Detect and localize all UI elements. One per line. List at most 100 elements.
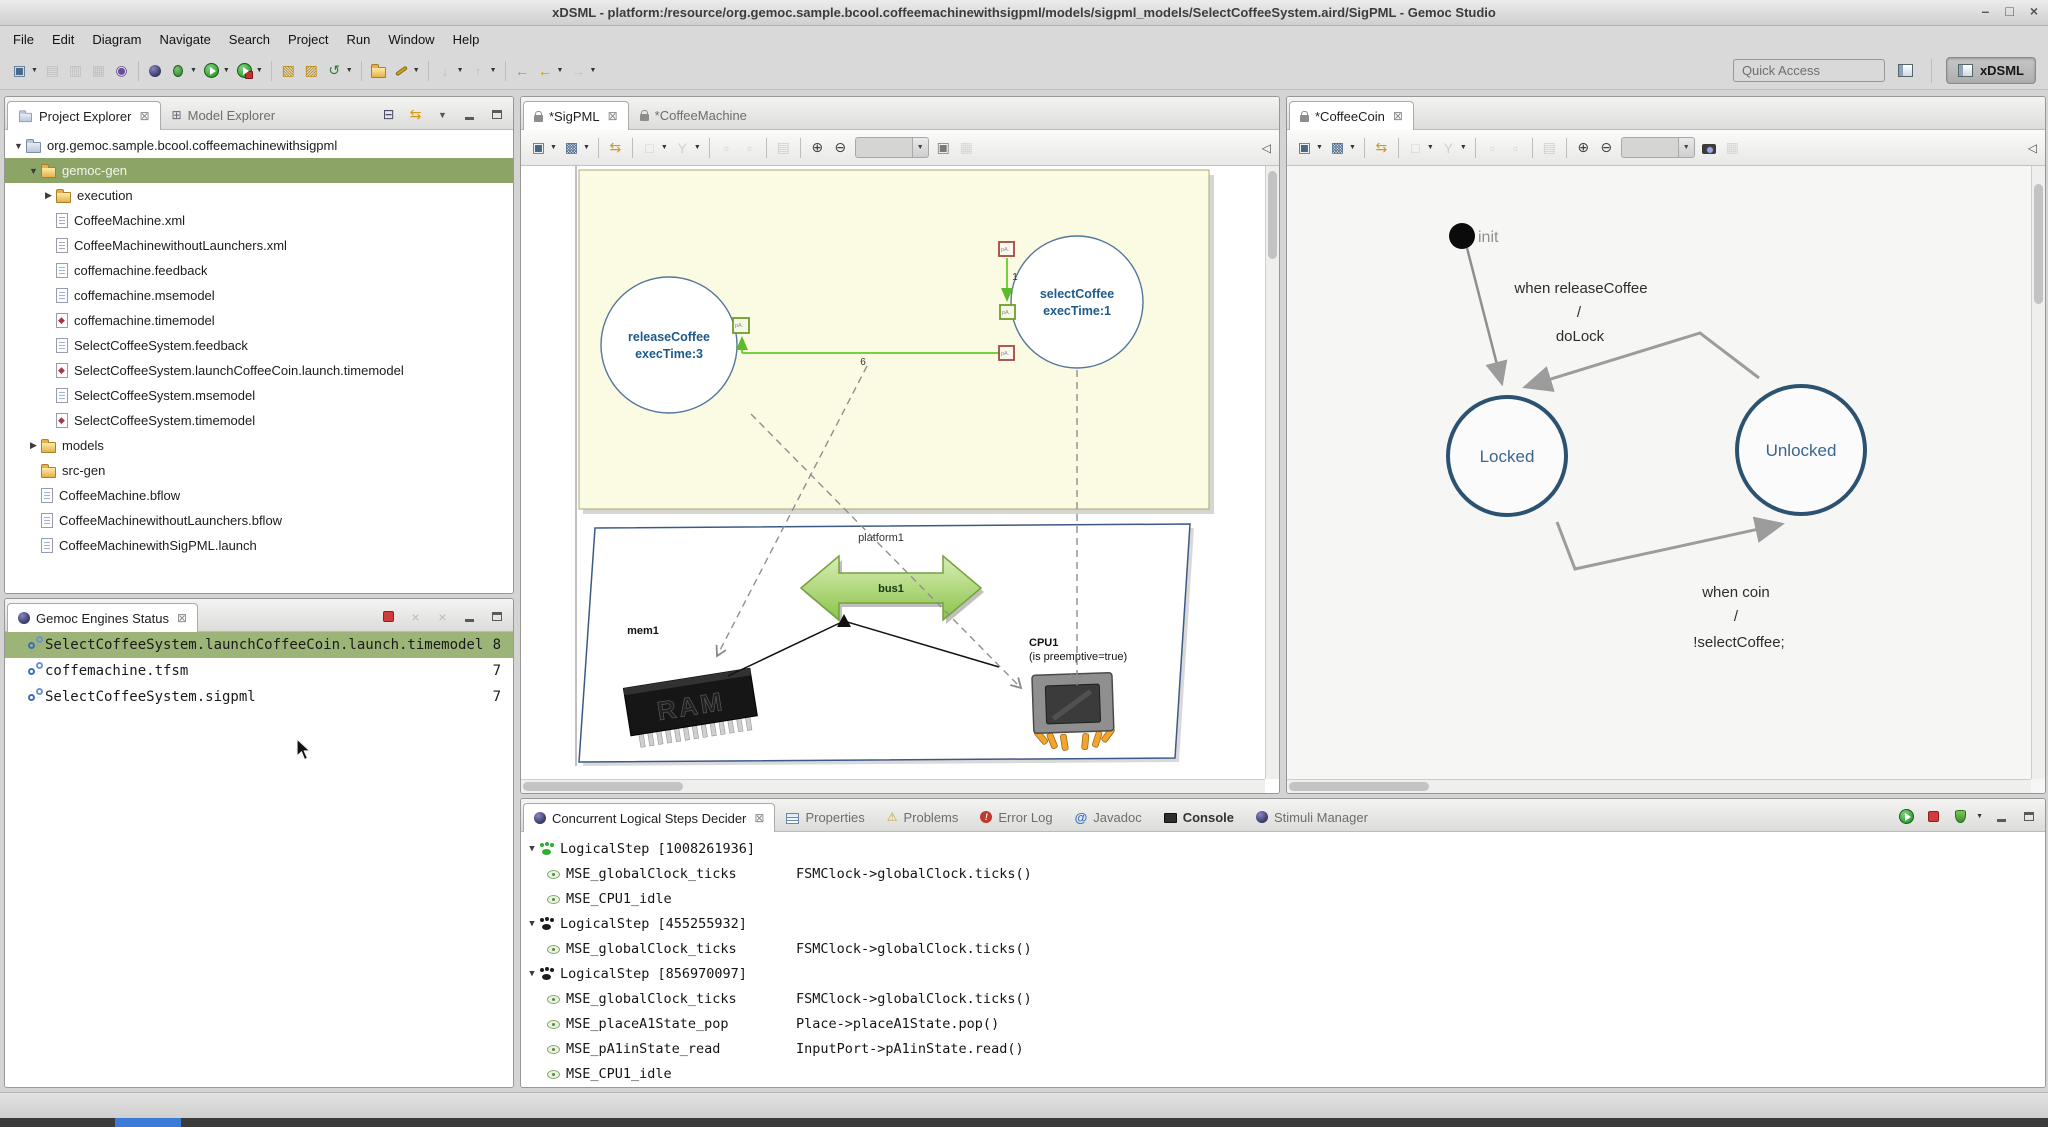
maximize-button[interactable] <box>486 104 507 125</box>
zoom-in-button[interactable]: ⊕ <box>807 137 828 158</box>
mse-row[interactable]: MSE_globalClock_ticksFSMClock->globalClo… <box>521 986 2045 1011</box>
menu-run[interactable]: Run <box>337 28 379 51</box>
select-mode-dropdown-icon[interactable]: ▼ <box>1349 144 1356 151</box>
tab-javadoc[interactable]: @Javadoc <box>1064 802 1153 831</box>
new-dropdown-icon[interactable]: ▼ <box>31 67 38 74</box>
sigpml-palette-collapse-icon[interactable]: ◁ <box>1262 141 1273 155</box>
collapse-all-button[interactable]: ⊟ <box>378 104 399 125</box>
open-resource-button[interactable] <box>368 60 389 81</box>
run-button[interactable] <box>201 60 222 81</box>
tree-item-gemoc-gen[interactable]: ▼gemoc-gen <box>5 158 513 183</box>
tree-item-SelectCoffeeSystem.timemodel[interactable]: SelectCoffeeSystem.timemodel <box>5 408 513 433</box>
transition-locked-unlocked[interactable] <box>1557 522 1782 569</box>
layout-dropdown-icon[interactable]: ▼ <box>1316 144 1323 151</box>
dispose-all-engines-button[interactable]: × <box>432 606 453 627</box>
mark-occurrences-button[interactable] <box>391 60 412 81</box>
stop-engine-button[interactable] <box>378 606 399 627</box>
run-dropdown-icon[interactable]: ▼ <box>223 67 230 74</box>
tab-error-log[interactable]: !Error Log <box>969 802 1063 831</box>
decider-shield-button[interactable] <box>1950 806 1971 827</box>
new-button[interactable]: ▣ <box>9 60 30 81</box>
coffeecoin-palette-collapse-icon[interactable]: ◁ <box>2028 141 2039 155</box>
pin-button[interactable]: ◉ <box>111 60 132 81</box>
layout-dropdown-icon[interactable]: ▼ <box>550 144 557 151</box>
stop-button[interactable] <box>1923 806 1944 827</box>
mark-occurrences-dropdown-icon[interactable]: ▼ <box>413 67 420 74</box>
snapshot-button[interactable] <box>1699 137 1720 158</box>
mse-row[interactable]: MSE_globalClock_ticksFSMClock->globalClo… <box>521 861 2045 886</box>
next-annotation-dropdown-icon[interactable]: ▼ <box>457 67 464 74</box>
menu-window[interactable]: Window <box>379 28 443 51</box>
engine-row[interactable]: SelectCoffeeSystem.launchCoffeeCoin.laun… <box>5 632 513 658</box>
actor-releasecoffee[interactable] <box>601 277 737 413</box>
tab-problems[interactable]: ⚠Problems <box>876 802 970 831</box>
back-dropdown-icon[interactable]: ▼ <box>557 67 564 74</box>
refresh-button[interactable]: ⇆ <box>605 137 626 158</box>
expand-icon[interactable]: ▶ <box>41 190 56 201</box>
new-package-button[interactable]: ▧ <box>278 60 299 81</box>
resume-button[interactable] <box>1896 806 1917 827</box>
engine-row[interactable]: SelectCoffeeSystem.sigpml7 <box>5 684 513 710</box>
new-project-grid-button[interactable]: ▨ <box>301 60 322 81</box>
close-icon[interactable]: ⊠ <box>608 109 618 123</box>
close-icon[interactable]: ⊠ <box>754 811 764 825</box>
menu-search[interactable]: Search <box>220 28 279 51</box>
horizontal-scrollbar[interactable] <box>521 779 1265 793</box>
mse-row[interactable]: MSE_globalClock_ticksFSMClock->globalClo… <box>521 936 2045 961</box>
export-image-button[interactable]: ▣ <box>933 137 954 158</box>
sigpml-canvas[interactable]: platform1 bus1 mem1 RAM <box>521 166 1279 793</box>
maximize-button[interactable] <box>2018 806 2039 827</box>
menu-project[interactable]: Project <box>279 28 337 51</box>
tab-gemoc-engines-status[interactable]: Gemoc Engines Status ⊠ <box>7 603 198 632</box>
generate-dropdown-icon[interactable]: ▼ <box>346 67 353 74</box>
previous-annotation-dropdown-icon[interactable]: ▼ <box>490 67 497 74</box>
close-icon[interactable]: ⊠ <box>139 109 149 123</box>
mse-row[interactable]: MSE_CPU1_idle <box>521 1061 2045 1086</box>
debug-button[interactable] <box>168 60 189 81</box>
layout-button[interactable]: ▣ <box>528 137 549 158</box>
close-icon[interactable]: ⊠ <box>1393 109 1403 123</box>
collapse-icon[interactable]: ▼ <box>525 844 539 854</box>
logical-step-row[interactable]: ▼LogicalStep [856970097] <box>521 961 2045 986</box>
tree-item-SelectCoffeeSystem.launchCoffeeCoin.launch.timemodel[interactable]: SelectCoffeeSystem.launchCoffeeCoin.laun… <box>5 358 513 383</box>
select-mode-dropdown-icon[interactable]: ▼ <box>583 144 590 151</box>
maximize-button[interactable]: □ <box>2005 3 2013 19</box>
layout-button[interactable]: ▣ <box>1294 137 1315 158</box>
zoom-out-button[interactable]: ⊖ <box>1596 137 1617 158</box>
tree-item-org.gemoc.sample.bcool.coffeemachinewithsigpml[interactable]: ▼org.gemoc.sample.bcool.coffeemachinewit… <box>5 133 513 158</box>
tree-item-CoffeeMachinewithSigPML.launch[interactable]: CoffeeMachinewithSigPML.launch <box>5 533 513 558</box>
dispose-engine-button[interactable]: × <box>405 606 426 627</box>
vertical-scrollbar[interactable] <box>1265 166 1279 779</box>
tree-item-coffemachine.feedback[interactable]: coffemachine.feedback <box>5 258 513 283</box>
tree-item-coffemachine.timemodel[interactable]: coffemachine.timemodel <box>5 308 513 333</box>
close-icon[interactable]: ⊠ <box>177 611 187 625</box>
run-configurations-button[interactable] <box>234 60 255 81</box>
engine-row[interactable]: coffemachine.tfsm7 <box>5 658 513 684</box>
open-perspective-button[interactable] <box>1895 60 1916 81</box>
tree-item-SelectCoffeeSystem.feedback[interactable]: SelectCoffeeSystem.feedback <box>5 333 513 358</box>
expand-icon[interactable]: ▶ <box>26 440 41 451</box>
logical-step-row[interactable]: ▼LogicalStep [1008261936] <box>521 836 2045 861</box>
tree-item-CoffeeMachine.xml[interactable]: CoffeeMachine.xml <box>5 208 513 233</box>
mse-row[interactable]: MSE_placeA1State_popPlace->placeA1State.… <box>521 1011 2045 1036</box>
last-edit-location-button[interactable]: ← <box>512 60 533 81</box>
minimize-button[interactable] <box>459 104 480 125</box>
logical-step-row[interactable]: ▼LogicalStep [455255932] <box>521 911 2045 936</box>
tree-item-CoffeeMachinewithoutLaunchers.xml[interactable]: CoffeeMachinewithoutLaunchers.xml <box>5 233 513 258</box>
collapse-icon[interactable]: ▼ <box>26 166 41 176</box>
menu-diagram[interactable]: Diagram <box>83 28 150 51</box>
horizontal-scrollbar[interactable] <box>1287 779 2031 793</box>
transition-init-locked[interactable] <box>1467 248 1502 384</box>
tab-project-explorer[interactable]: Project Explorer ⊠ <box>7 101 161 130</box>
tree-item-models[interactable]: ▶models <box>5 433 513 458</box>
quick-access-input[interactable] <box>1733 59 1885 82</box>
tab-model-explorer[interactable]: ⊞ Model Explorer <box>161 100 287 129</box>
back-button[interactable]: ← <box>535 60 556 81</box>
minimize-button[interactable] <box>459 606 480 627</box>
tab-sigpml[interactable]: *SigPML ⊠ <box>523 101 629 130</box>
tree-item-CoffeeMachine.bflow[interactable]: CoffeeMachine.bflow <box>5 483 513 508</box>
run-configurations-dropdown-icon[interactable]: ▼ <box>256 67 263 74</box>
tab-console[interactable]: Console <box>1153 802 1245 831</box>
tab-coffeecoin[interactable]: *CoffeeCoin ⊠ <box>1289 101 1414 130</box>
initial-state[interactable] <box>1449 223 1475 249</box>
